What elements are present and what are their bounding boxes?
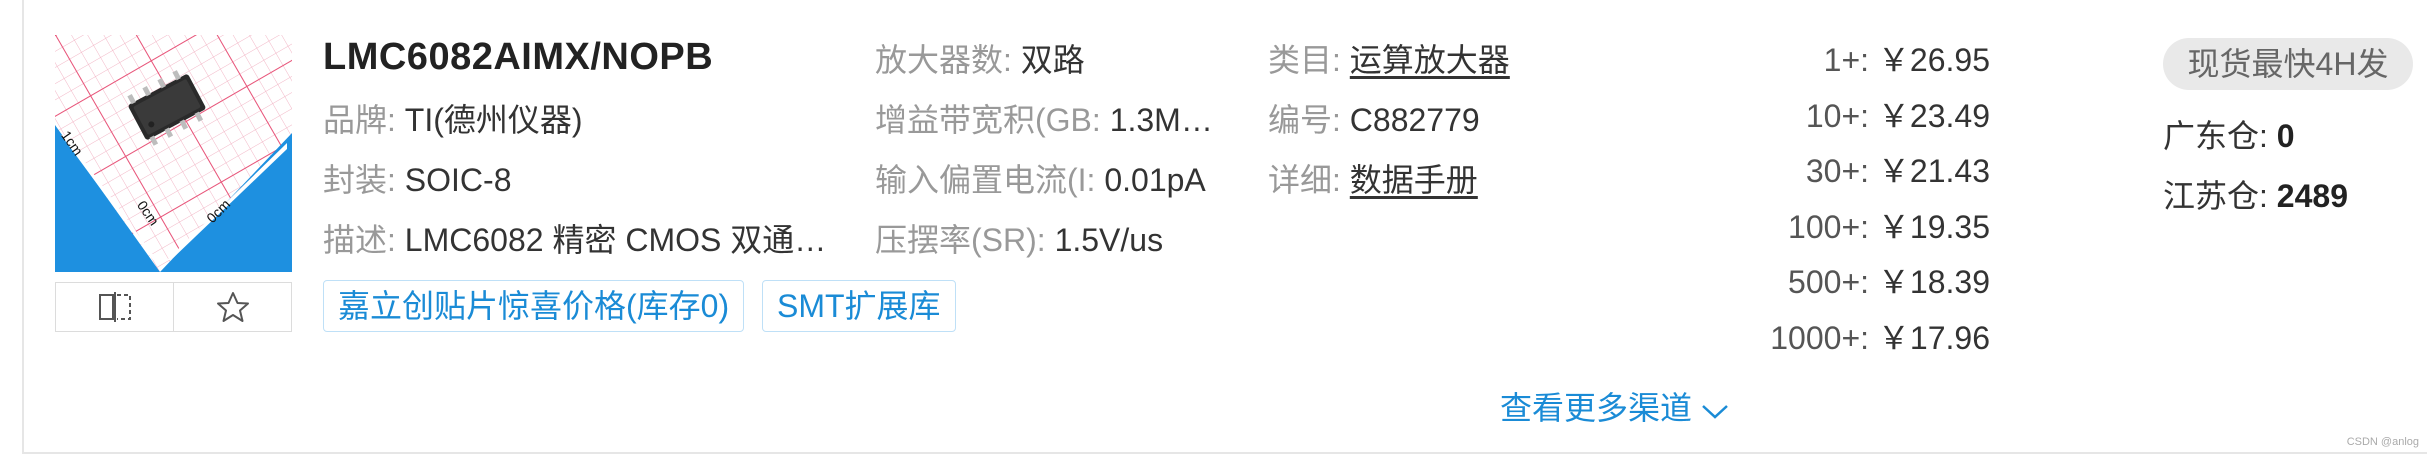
more-channels-link[interactable]: 查看更多渠道	[1500, 386, 1730, 430]
guangdong-stock: 广东仓: 0	[2163, 114, 2295, 158]
amp-count-value: 双路	[1020, 42, 1085, 78]
amp-count-row: 放大器数: 双路	[875, 38, 1085, 82]
jiangsu-stock-value: 2489	[2276, 178, 2348, 214]
ibias-value: 0.01pA	[1104, 162, 1206, 198]
chevron-down-icon	[1702, 404, 1728, 419]
ibias-label: 输入偏置电流(I:	[875, 162, 1096, 198]
brand-value: TI(德州仪器)	[404, 102, 583, 138]
jiangsu-stock-label: 江苏仓:	[2163, 178, 2268, 214]
code-value: C882779	[1349, 102, 1480, 138]
description-label: 描述:	[323, 222, 396, 258]
datasheet-link[interactable]: 数据手册	[1350, 162, 1478, 198]
description-row: 描述: LMC6082 精密 CMOS 双通…	[323, 218, 833, 262]
smt-library-tag[interactable]: SMT扩展库	[762, 280, 956, 332]
price-tier: 100+: ￥19.35	[1788, 208, 1990, 245]
gbw-row: 增益带宽积(GB: 1.3M…	[875, 98, 1220, 142]
promo-tag[interactable]: 嘉立创贴片惊喜价格(库存0)	[323, 280, 745, 332]
price-tier: 500+: ￥18.39	[1788, 264, 1990, 300]
product-name[interactable]: LMC6082AIMX/NOPB	[323, 36, 713, 79]
slew-row: 压摆率(SR): 1.5V/us	[875, 218, 1163, 262]
code-label: 编号:	[1268, 102, 1341, 138]
category-row: 类目: 运算放大器	[1268, 38, 1510, 82]
guangdong-stock-label: 广东仓:	[2163, 118, 2268, 154]
price-tier: 30+: ￥21.43	[1805, 153, 1990, 189]
category-label: 类目:	[1268, 42, 1341, 78]
more-channels-label: 查看更多渠道	[1500, 390, 1693, 426]
thumbnail-actions	[55, 282, 292, 332]
package-label: 封装:	[323, 162, 396, 198]
package-value: SOIC-8	[404, 162, 512, 198]
favorite-button[interactable]	[173, 283, 291, 331]
brand-label: 品牌:	[323, 102, 396, 138]
compare-icon	[98, 292, 131, 322]
gbw-label: 增益带宽积(GB:	[875, 102, 1101, 138]
price-tier: 10+: ￥23.49	[1805, 97, 1990, 134]
product-thumbnail[interactable]: 1cm 0cm 0cm	[55, 35, 292, 272]
detail-label: 详细:	[1268, 162, 1341, 198]
star-icon	[216, 292, 249, 322]
compare-button[interactable]	[56, 283, 173, 331]
guangdong-stock-value: 0	[2276, 118, 2295, 154]
description-value: LMC6082 精密 CMOS 双通…	[404, 222, 827, 258]
price-tiers: 1+: ￥26.95 10+: ￥23.49 30+: ￥21.43 100+:…	[1700, 38, 1990, 371]
slew-label: 压摆率(SR):	[875, 222, 1046, 258]
slew-value: 1.5V/us	[1054, 222, 1164, 258]
price-tier: 1000+: ￥17.96	[1770, 319, 1990, 356]
package-row: 封装: SOIC-8	[323, 158, 511, 202]
amp-count-label: 放大器数:	[875, 42, 1012, 78]
ibias-row: 输入偏置电流(I: 0.01pA	[875, 158, 1206, 202]
jiangsu-stock: 江苏仓: 2489	[2163, 174, 2348, 218]
code-row: 编号: C882779	[1268, 98, 1480, 142]
detail-row: 详细: 数据手册	[1268, 158, 1478, 202]
price-tier: 1+: ￥26.95	[1823, 42, 1990, 78]
brand-row: 品牌: TI(德州仪器)	[323, 98, 583, 142]
category-link[interactable]: 运算放大器	[1350, 42, 1510, 78]
gbw-value: 1.3M…	[1109, 102, 1213, 138]
fast-shipping-badge: 现货最快4H发	[2163, 38, 2413, 90]
watermark: CSDN @anlog	[2346, 436, 2419, 448]
